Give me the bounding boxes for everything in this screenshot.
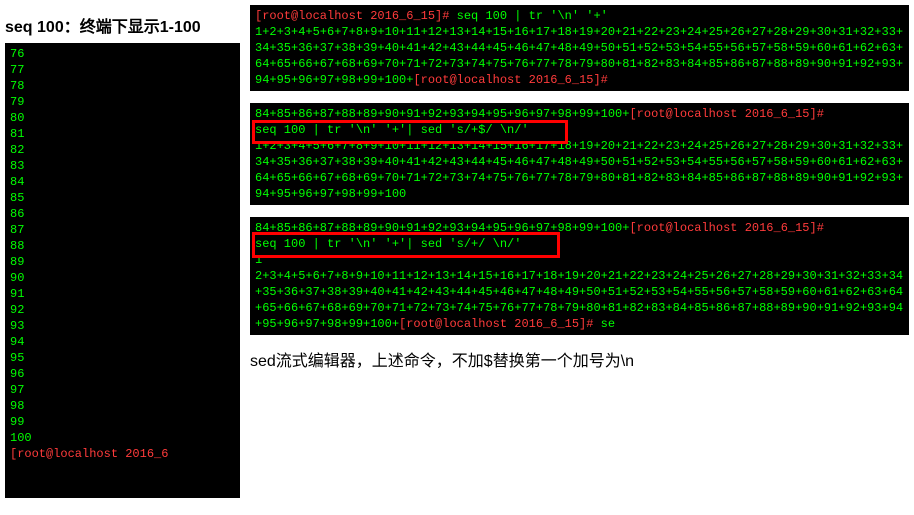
t1-prompt: [root@localhost 2016_6_15]#	[255, 9, 457, 23]
t2-cmd: seq 100 | tr '\n' '+'| sed 's/+$/ \n/'	[255, 123, 529, 137]
terminal-3: 84+85+86+87+88+89+90+91+92+93+94+95+96+9…	[250, 217, 909, 335]
t3-prompt2: [root@localhost 2016_6_15]#	[399, 317, 601, 331]
t2-pre-prompt: [root@localhost 2016_6_15]#	[629, 107, 823, 121]
t1-cmd: seq 100 | tr '\n' '+'	[457, 9, 608, 23]
t3-pre-prompt: [root@localhost 2016_6_15]#	[629, 221, 823, 235]
terminal-2: 84+85+86+87+88+89+90+91+92+93+94+95+96+9…	[250, 103, 909, 205]
t3-cmd: seq 100 | tr '\n' '+'| sed 's/+/ \n/'	[255, 237, 521, 251]
sed-note: sed流式编辑器，上述命令，不加$替换第一个加号为\n	[250, 347, 909, 371]
t2-output: 1+2+3+4+5+6+7+8+9+10+11+12+13+14+15+16+1…	[255, 139, 903, 201]
t3-out-line1: 1	[255, 253, 262, 267]
terminal-left: 76 77 78 79 80 81 82 83 84 85 86 87 88 8…	[5, 43, 240, 498]
t3-tail: se	[601, 317, 615, 331]
seq-output-numbers: 76 77 78 79 80 81 82 83 84 85 86 87 88 8…	[10, 47, 32, 445]
t3-preline: 84+85+86+87+88+89+90+91+92+93+94+95+96+9…	[255, 221, 629, 235]
left-caption: seq 100：终端下显示1-100	[5, 13, 240, 37]
terminal-1: [root@localhost 2016_6_15]# seq 100 | tr…	[250, 5, 909, 91]
prompt-partial: [root@localhost 2016_6	[10, 447, 168, 461]
t2-preline: 84+85+86+87+88+89+90+91+92+93+94+95+96+9…	[255, 107, 629, 121]
t1-prompt2: [root@localhost 2016_6_15]#	[413, 73, 607, 87]
